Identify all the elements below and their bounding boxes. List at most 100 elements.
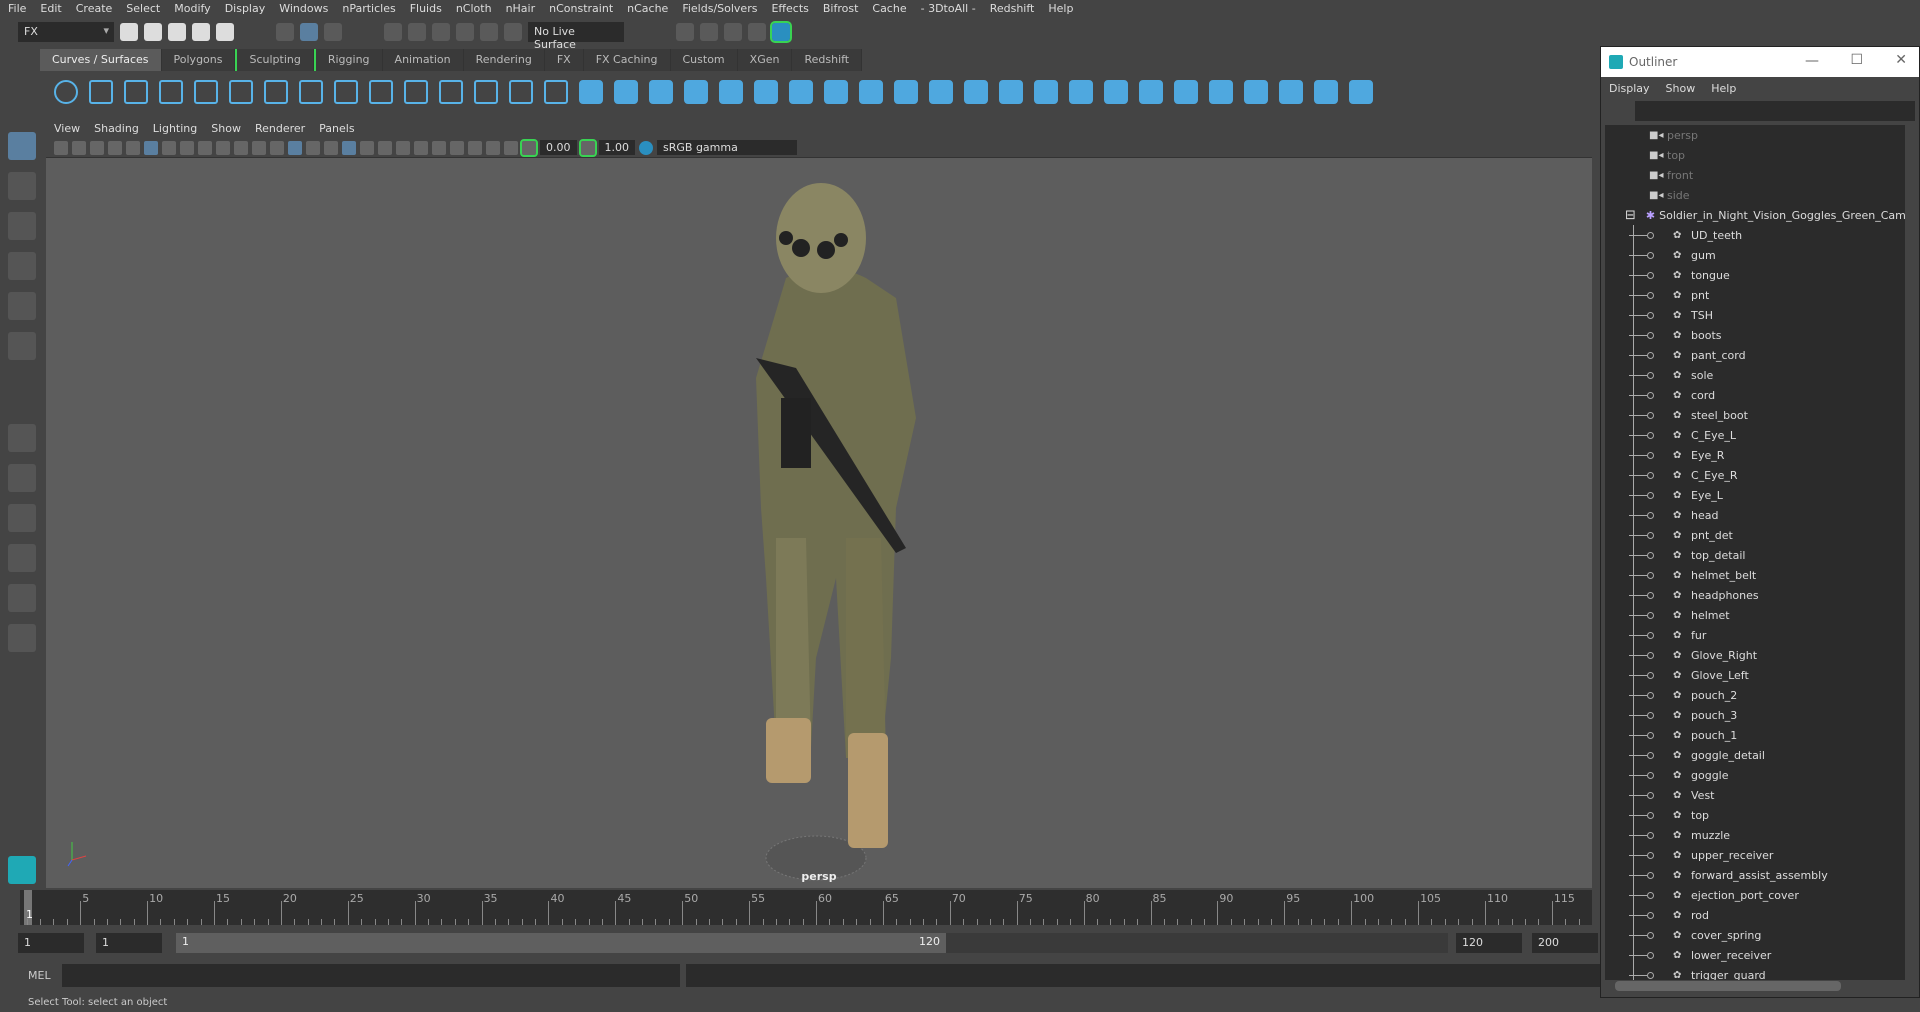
snap-view-icon[interactable] [456,22,474,41]
range-slider[interactable]: 1 120 [176,933,946,953]
bezier-icon[interactable] [544,80,568,104]
field-chart-icon[interactable] [216,140,230,155]
outliner-list[interactable]: ■◂ persp ■◂ top ■◂ front ■◂ side ⊟ ✱ Soldier_in_Ni… [1605,125,1905,980]
square-icon[interactable] [89,80,113,104]
menu-select[interactable]: Select [126,2,160,15]
select-hierarchy-icon[interactable] [276,22,294,41]
collapse-icon[interactable]: ⊟ [1625,208,1636,223]
outliner-item[interactable]: ✿ Glove_Right [1605,645,1905,665]
playback-start-field[interactable]: 1 [96,933,162,953]
viewport-menu-view[interactable]: View [54,122,80,135]
intersect-icon[interactable] [1244,80,1268,104]
redo-icon[interactable] [216,22,234,41]
start-time-field[interactable]: 1 [18,933,84,953]
reverse-curve-icon[interactable] [474,80,498,104]
sculpt-icon[interactable] [1069,80,1093,104]
rotate-tool-icon[interactable] [8,292,36,320]
reverse-surface-icon[interactable] [1349,80,1373,104]
film-gate-icon[interactable] [162,140,176,155]
bookmark-icon[interactable] [90,140,104,155]
bevel-icon[interactable] [824,80,848,104]
planar-icon[interactable] [649,80,673,104]
outliner-item[interactable]: ✿ cover_spring [1605,925,1905,945]
untrim-icon[interactable] [1174,80,1198,104]
viewport-menu-renderer[interactable]: Renderer [255,122,305,135]
maximize-icon[interactable]: ☐ [1850,52,1863,68]
menu-set-select[interactable]: FX [18,21,114,42]
outliner-item[interactable]: ✿ steel_boot [1605,405,1905,425]
outliner-item[interactable]: ✿ pouch_1 [1605,725,1905,745]
outliner-item[interactable]: ✿ Eye_L [1605,485,1905,505]
safe-action-icon[interactable] [234,140,248,155]
tab-fx-caching[interactable]: FX Caching [583,49,671,71]
pencil-curve-icon[interactable] [194,80,218,104]
outliner-item[interactable]: ✿ sole [1605,365,1905,385]
project-icon[interactable] [1209,80,1233,104]
outliner-item-camera[interactable]: ■◂ persp [1605,125,1905,145]
lasso-tool-icon[interactable] [8,172,36,200]
outliner-item-camera[interactable]: ■◂ front [1605,165,1905,185]
stitch-icon[interactable] [1279,80,1303,104]
outliner-item[interactable]: ✿ lower_receiver [1605,945,1905,965]
smooth-shade-icon[interactable] [288,140,302,155]
plane-icon[interactable] [999,80,1023,104]
hypershade-icon[interactable] [770,20,792,43]
menu-ncloth[interactable]: nCloth [456,2,492,15]
select-tool-icon[interactable] [8,132,36,160]
outliner-item[interactable]: ✿ pnt [1605,285,1905,305]
menu-fluids[interactable]: Fluids [410,2,442,15]
extrude-icon[interactable] [684,80,708,104]
outliner-item[interactable]: ✿ top_detail [1605,545,1905,565]
viewport-menu-show[interactable]: Show [211,122,241,135]
soldier-model[interactable] [666,158,996,888]
tab-xgen[interactable]: XGen [737,49,793,71]
horizontal-scrollbar[interactable] [1615,981,1841,991]
viewport-menu-panels[interactable]: Panels [319,122,354,135]
camera-attributes-icon[interactable] [72,140,86,155]
cone-icon[interactable] [964,80,988,104]
new-scene-icon[interactable] [120,22,138,41]
menu-nconstraint[interactable]: nConstraint [549,2,613,15]
select-component-icon[interactable] [324,22,342,41]
snap-surface-icon[interactable] [480,22,498,41]
open-scene-icon[interactable] [144,22,162,41]
lights-icon[interactable] [360,140,374,155]
cube-icon[interactable] [894,80,918,104]
outliner-layout-icon[interactable] [8,544,36,572]
menu-fields-solvers[interactable]: Fields/Solvers [682,2,757,15]
xray-joints-icon[interactable] [486,140,500,155]
detach-curve-icon[interactable] [299,80,323,104]
snap-curve-icon[interactable] [408,22,426,41]
outliner-item[interactable]: ✿ tongue [1605,265,1905,285]
two-view-layout-icon[interactable] [8,504,36,532]
outliner-item[interactable]: ✿ C_Eye_L [1605,425,1905,445]
fillet-icon[interactable] [1104,80,1128,104]
snap-point-icon[interactable] [432,22,450,41]
outliner-item[interactable]: ✿ trigger_guard [1605,965,1905,980]
arc-icon[interactable] [229,80,253,104]
snap-grid-icon[interactable] [384,22,402,41]
shadows-icon[interactable] [378,140,392,155]
xray-icon[interactable] [468,140,482,155]
extend-curve-icon[interactable] [369,80,393,104]
menu-nparticles[interactable]: nParticles [342,2,395,15]
outliner-item[interactable]: ✿ Vest [1605,785,1905,805]
time-slider[interactable]: 1 5 10 15 20 25 30 35 40 45 50 55 60 65 70 75 80 85 90 95 1… [20,890,1592,925]
outliner-item[interactable]: ✿ boots [1605,325,1905,345]
snap-live-icon[interactable] [504,22,522,41]
paint-select-icon[interactable] [8,212,36,240]
four-view-layout-icon[interactable] [8,464,36,492]
outliner-item[interactable]: ✿ ejection_port_cover [1605,885,1905,905]
menu-cache[interactable]: Cache [872,2,906,15]
resolution-gate-icon[interactable] [180,140,194,155]
outliner-item[interactable]: ✿ headphones [1605,585,1905,605]
xray-components-icon[interactable] [504,140,518,155]
menu--3dtoall-[interactable]: - 3DtoAll - [921,2,976,15]
motion-blur-icon[interactable] [414,140,428,155]
outliner-item[interactable]: ✿ gum [1605,245,1905,265]
outliner-item[interactable]: ✿ pouch_2 [1605,685,1905,705]
insert-knot-icon[interactable] [334,80,358,104]
tab-polygons[interactable]: Polygons [161,49,236,71]
exposure-field[interactable]: 0.00 [540,140,577,155]
camera-icon[interactable] [54,140,68,155]
